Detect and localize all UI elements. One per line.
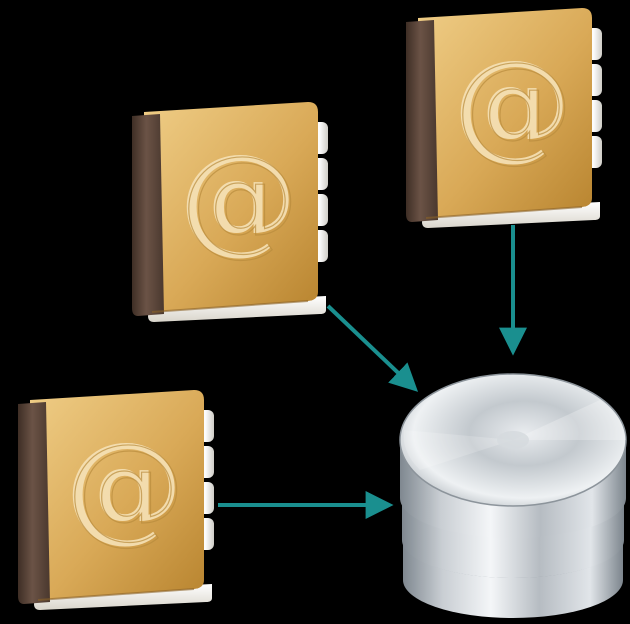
address-book-icon (131, 101, 329, 323)
address-book-icon (17, 389, 215, 611)
address-book-icon (405, 7, 603, 229)
diagram-canvas: @ @ (17, 7, 627, 618)
database-cylinder-icon (399, 373, 627, 618)
arrow-top-left-to-database (326, 304, 419, 392)
